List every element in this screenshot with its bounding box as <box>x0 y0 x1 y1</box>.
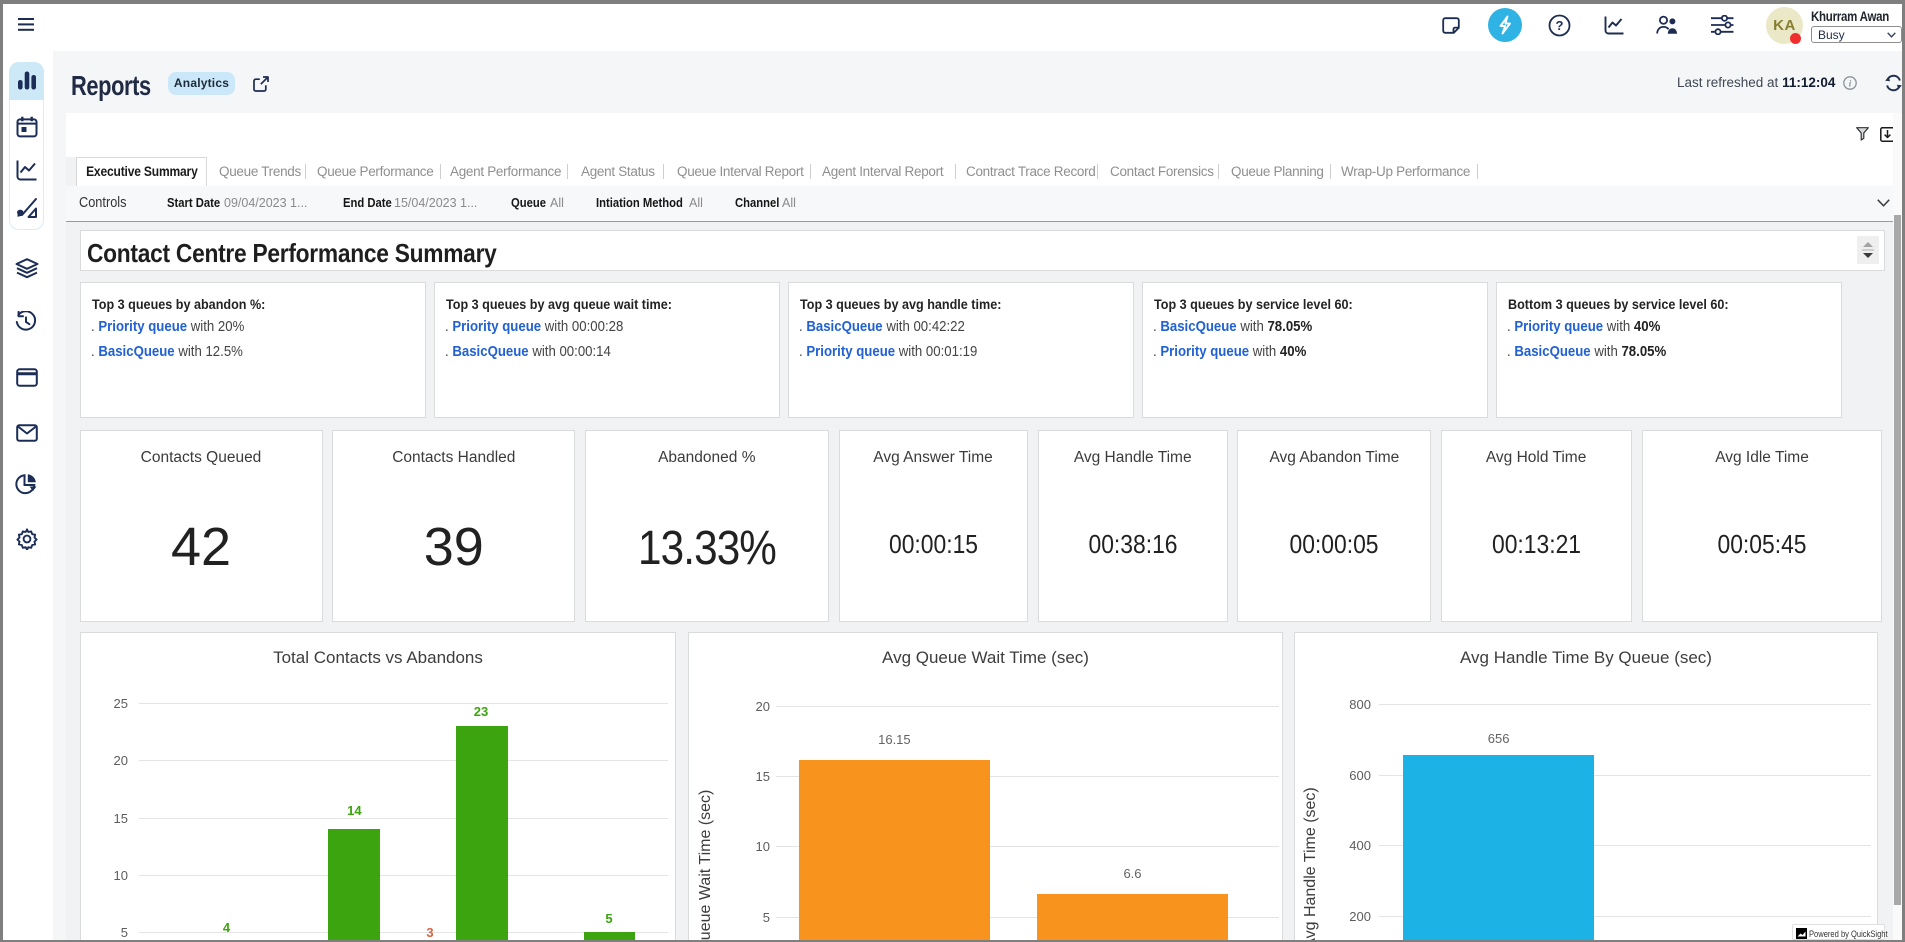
svg-text:i: i <box>1849 78 1852 88</box>
svg-text:?: ? <box>1556 18 1564 33</box>
